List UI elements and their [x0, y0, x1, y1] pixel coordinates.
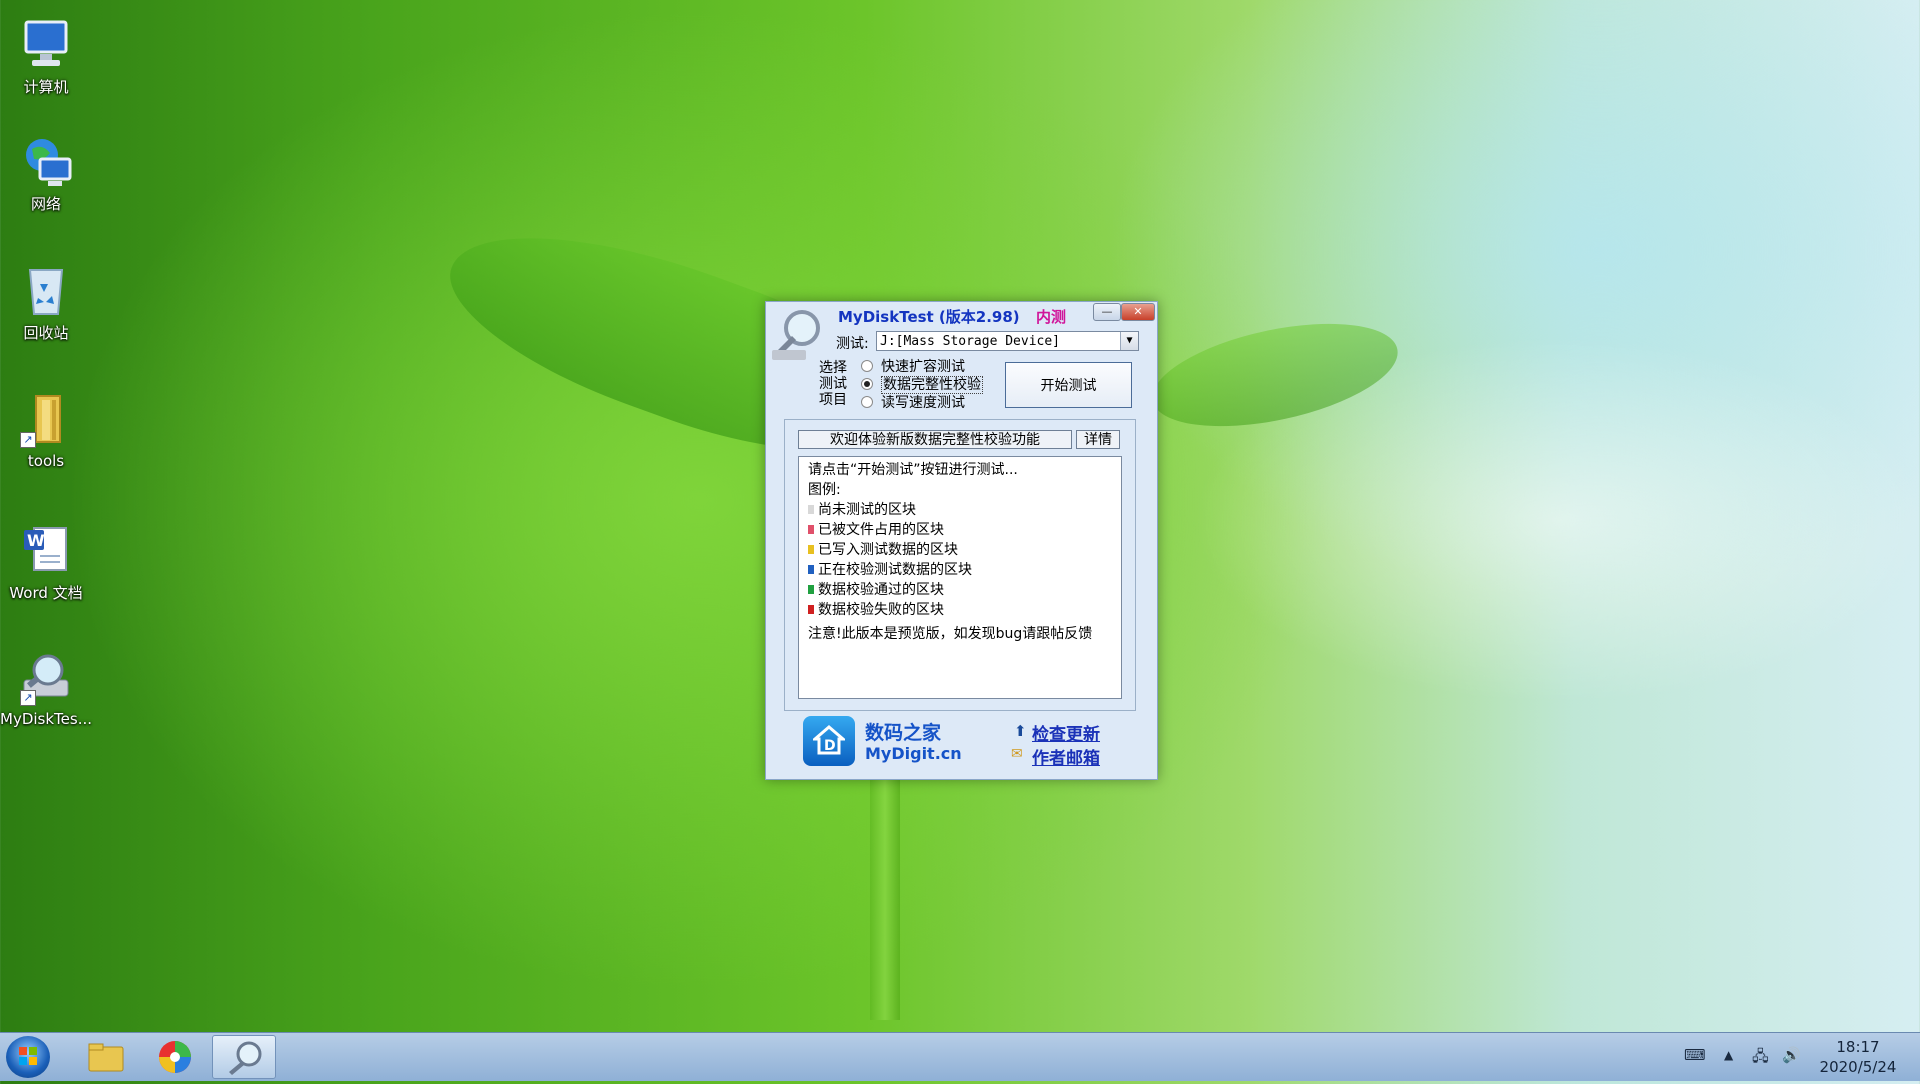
mydisktest-window: MyDiskTest (版本2.98) 内测 — ✕ 测试: J:[Mass S… [765, 301, 1158, 780]
legend-list: 尚未测试的区块 已被文件占用的区块 已写入测试数据的区块 正在校验测试数据的区块… [808, 500, 1121, 620]
folder-icon: ↗ [18, 392, 74, 448]
clock-date: 2020/5/24 [1819, 1058, 1897, 1076]
system-clock[interactable]: 18:17 2020/5/24 [1800, 1037, 1916, 1077]
desktop-icon-network[interactable]: 网络 [0, 133, 92, 214]
welcome-banner: 欢迎体验新版数据完整性校验功能 [798, 430, 1072, 449]
desktop-icon-tools[interactable]: ↗ tools [0, 392, 92, 470]
legend-swatch [808, 525, 814, 534]
clock-time: 18:17 [1836, 1038, 1880, 1056]
legend-swatch [808, 565, 814, 574]
details-button[interactable]: 详情 [1076, 430, 1120, 449]
wallpaper-stem [870, 760, 900, 1020]
radio-button-selected[interactable] [861, 378, 873, 390]
legend-item: 数据校验通过的区块 [808, 580, 1121, 600]
legend-swatch [808, 605, 814, 614]
mydisktest-magnifier-icon: ↗ [18, 650, 74, 706]
test-mode-label: 选择测试项目 [819, 360, 847, 408]
computer-icon [18, 16, 74, 72]
start-test-button[interactable]: 开始测试 [1005, 362, 1132, 408]
network-globe-icon [18, 133, 74, 189]
folder-icon [88, 1043, 124, 1072]
color-wheel-icon [159, 1041, 191, 1073]
arrow-up-icon: ⬆ [1014, 722, 1027, 740]
wallpaper-leaf [1143, 304, 1407, 446]
legend-title: 图例: [808, 482, 841, 498]
check-update-link[interactable]: 检查更新 [1032, 720, 1100, 745]
chevron-down-icon[interactable]: ▼ [1120, 332, 1138, 350]
keyboard-icon[interactable]: ⌨ [1684, 1046, 1706, 1064]
minimize-button[interactable]: — [1093, 303, 1121, 321]
radio-button[interactable] [861, 360, 873, 372]
radio-label: 读写速度测试 [881, 395, 965, 411]
desktop-icon-computer[interactable]: 计算机 [0, 16, 92, 97]
legend-item: 数据校验失败的区块 [808, 600, 1121, 620]
legend-item: 尚未测试的区块 [808, 500, 1121, 520]
shortcut-arrow-icon: ↗ [20, 690, 36, 706]
desktop-icon-word-document[interactable]: W Word 文档 [0, 522, 92, 603]
device-select[interactable]: J:[Mass Storage Device] ▼ [876, 331, 1139, 351]
legend-item: 已写入测试数据的区块 [808, 540, 1121, 560]
legend-swatch [808, 545, 814, 554]
radio-label: 快速扩容测试 [881, 359, 965, 375]
info-panel: 请点击“开始测试”按钮进行测试... 图例: 尚未测试的区块 已被文件占用的区块… [798, 456, 1122, 699]
radio-data-integrity-check[interactable]: 数据完整性校验 [861, 376, 983, 394]
taskbar: ⌨ ▲ 🖧 🔊 18:17 2020/5/24 [0, 1032, 1920, 1081]
desktop-icon-recycle-bin[interactable]: 回收站 [0, 262, 92, 343]
network-tray-icon[interactable]: 🖧 [1752, 1046, 1769, 1071]
volume-icon[interactable]: 🔊 [1782, 1046, 1801, 1064]
house-icon: D [813, 725, 845, 755]
desktop-icon-mydisktest[interactable]: ↗ MyDiskTes... [0, 650, 92, 728]
radio-read-write-speed-test[interactable]: 读写速度测试 [861, 395, 965, 412]
brand-url[interactable]: MyDigit.cn [865, 744, 962, 763]
legend-item: 已被文件占用的区块 [808, 520, 1121, 540]
taskbar-file-explorer[interactable] [73, 1035, 137, 1079]
beta-label: 内测 [1036, 308, 1067, 326]
legend-swatch [808, 505, 814, 514]
svg-text:W: W [27, 531, 45, 550]
taskbar-mydisktest[interactable] [212, 1035, 276, 1079]
test-device-label: 测试: [836, 336, 869, 352]
word-document-icon: W [18, 522, 74, 578]
close-button[interactable]: ✕ [1121, 303, 1155, 321]
taskbar-color-app[interactable] [143, 1035, 207, 1079]
tray-expand-icon[interactable]: ▲ [1724, 1048, 1733, 1062]
legend-swatch [808, 585, 814, 594]
recycle-bin-icon [18, 262, 74, 318]
window-title: MyDiskTest (版本2.98) [838, 308, 1020, 326]
device-select-value: J:[Mass Storage Device] [880, 334, 1061, 349]
envelope-icon: ✉ [1011, 746, 1023, 762]
radio-label: 数据完整性校验 [881, 376, 983, 394]
author-email-link[interactable]: 作者邮箱 [1032, 744, 1100, 769]
app-magnifier-icon [770, 306, 828, 364]
legend-item: 正在校验测试数据的区块 [808, 560, 1121, 580]
magnifier-icon [229, 1041, 262, 1075]
start-button[interactable] [6, 1036, 50, 1078]
svg-text:D: D [824, 738, 836, 754]
shortcut-arrow-icon: ↗ [20, 432, 36, 448]
radio-quick-capacity-test[interactable]: 快速扩容测试 [861, 359, 965, 376]
mydigit-logo[interactable]: D [803, 716, 855, 766]
radio-button[interactable] [861, 396, 873, 408]
notice-text: 注意!此版本是预览版，如发现bug请跟帖反馈 [808, 626, 1093, 642]
instructions-text: 请点击“开始测试”按钮进行测试... [808, 462, 1018, 478]
brand-name-chinese[interactable]: 数码之家 [865, 718, 941, 745]
windows-logo-icon [19, 1047, 37, 1065]
